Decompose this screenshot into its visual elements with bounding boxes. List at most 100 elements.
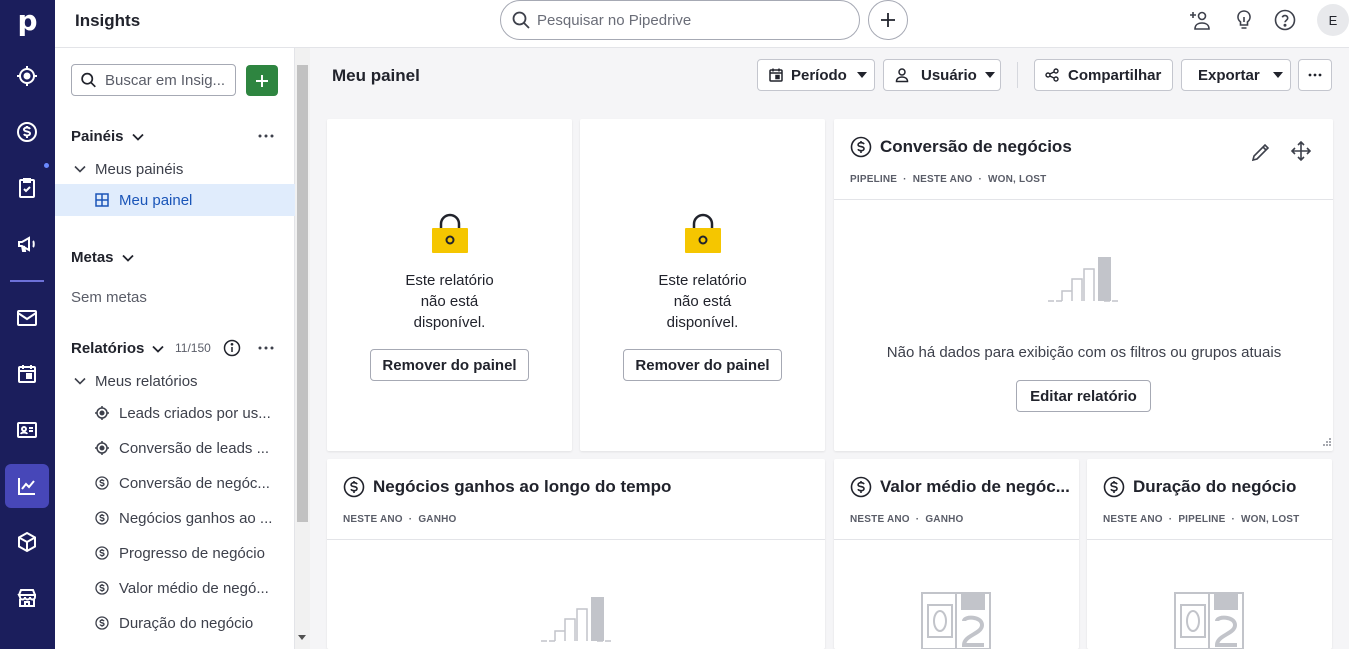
goals-heading[interactable]: Metas (71, 249, 136, 266)
mail-icon[interactable] (5, 296, 49, 340)
share-label: Compartilhar (1068, 66, 1162, 84)
caret-down-icon (984, 72, 995, 78)
sidebar-item-my-dashboard[interactable]: Meu painel (55, 184, 295, 216)
add-dashboard-button[interactable] (246, 65, 278, 96)
sidebar-search[interactable] (71, 64, 236, 96)
invite-users-icon[interactable] (1188, 8, 1212, 32)
nav-rail: p (0, 0, 55, 649)
user-avatar[interactable]: E (1317, 4, 1349, 36)
dollar-icon (95, 616, 109, 630)
unavailable-line: não está (420, 293, 479, 310)
insights-icon[interactable] (5, 464, 49, 508)
dashboards-more-button[interactable] (256, 128, 276, 144)
sidebar-report-item[interactable]: Conversão de leads ... (55, 432, 280, 464)
sidebar-report-item[interactable]: Leads criados por us... (55, 397, 280, 429)
sidebar-report-item[interactable]: Valor médio de negó... (55, 572, 280, 604)
chevron-down-icon (74, 377, 86, 385)
lock-icon (432, 213, 468, 253)
report-label: Conversão de leads ... (119, 439, 270, 457)
card-title[interactable]: Duração do negócio (1103, 476, 1296, 498)
dollar-icon (95, 546, 109, 560)
dollar-icon (343, 476, 365, 498)
app-title: Insights (75, 11, 141, 30)
remove-from-dashboard-button[interactable]: Remover do painel (623, 349, 782, 381)
filter-tag: WON, LOST (988, 174, 1047, 185)
sidebar-group-label: Meus relatórios (95, 372, 198, 390)
card-title[interactable]: Negócios ganhos ao longo do tempo (343, 476, 671, 498)
report-label: Leads criados por us... (119, 404, 271, 422)
card-title-text: Valor médio de negóc... (880, 477, 1070, 496)
sidebar-group-label: Meus painéis (95, 160, 184, 178)
filter-tag: NESTE ANO (1103, 514, 1163, 525)
target-icon (95, 441, 109, 455)
unavailable-line: não está (673, 293, 732, 310)
calendar-icon[interactable] (5, 352, 49, 396)
sidebar-report-item[interactable]: Progresso de negócio (55, 537, 280, 569)
dollar-icon (1103, 476, 1125, 498)
export-label: Exportar (1198, 66, 1260, 84)
remove-from-dashboard-button[interactable]: Remover do painel (370, 349, 529, 381)
sidebar-report-item[interactable]: Conversão de negóc... (55, 467, 280, 499)
lock-icon (685, 213, 721, 253)
chevron-down-icon (131, 133, 144, 141)
reports-more-button[interactable] (256, 340, 276, 356)
card-filters: NESTE ANO · GANHO (850, 514, 964, 525)
filter-tag: NESTE ANO (912, 174, 973, 185)
filter-tag: NESTE ANO (850, 514, 910, 525)
dollar-icon (850, 476, 872, 498)
contacts-icon[interactable] (5, 408, 49, 452)
goals-heading-label: Metas (71, 249, 114, 266)
filter-tag: GANHO (925, 514, 964, 525)
export-button[interactable]: Exportar (1181, 59, 1291, 91)
dashboards-heading-label: Painéis (71, 128, 124, 145)
edit-pencil-icon[interactable] (1250, 141, 1272, 163)
global-search[interactable] (500, 0, 860, 40)
sidebar-scrollbar-thumb[interactable] (297, 65, 308, 522)
more-icon (1308, 73, 1322, 77)
chevron-down-icon (121, 254, 134, 262)
sidebar-search-input[interactable] (105, 71, 235, 89)
unavailable-message: Este relatório não está disponível. (580, 270, 825, 333)
edit-report-button[interactable]: Editar relatório (1016, 380, 1151, 412)
help-icon[interactable] (1273, 8, 1297, 32)
pipedrive-logo[interactable]: p (0, 0, 55, 40)
empty-chart-illustration (541, 597, 611, 642)
dashboard-icon (95, 193, 109, 207)
dollar-icon (95, 476, 109, 490)
move-drag-icon[interactable] (1290, 140, 1312, 162)
dashboards-heading[interactable]: Painéis (71, 128, 146, 145)
person-icon (895, 68, 909, 83)
card-title[interactable]: Conversão de negócios (850, 136, 1072, 158)
empty-chart-illustration (1048, 257, 1118, 302)
marketplace-icon[interactable] (5, 576, 49, 620)
card-title-text: Negócios ganhos ao longo do tempo (373, 477, 672, 496)
unavailable-line: disponível. (413, 314, 486, 331)
deals-icon[interactable] (5, 110, 49, 154)
reports-heading[interactable]: Relatórios (71, 340, 166, 357)
resize-handle-icon[interactable] (1322, 437, 1332, 447)
campaigns-icon[interactable] (5, 222, 49, 266)
card-title[interactable]: Valor médio de negóc... (850, 476, 1075, 498)
sidebar-report-item[interactable]: Negócios ganhos ao ... (55, 502, 280, 534)
global-search-input[interactable] (537, 11, 837, 29)
share-button[interactable]: Compartilhar (1034, 59, 1173, 91)
dashboard-title: Meu painel (332, 66, 420, 85)
card-filters: PIPELINE · NESTE ANO · WON, LOST (850, 174, 1047, 185)
reports-heading-label: Relatórios (71, 340, 145, 357)
activities-icon[interactable] (5, 166, 49, 210)
more-options-button[interactable] (1298, 59, 1332, 91)
info-icon[interactable] (223, 339, 241, 357)
scroll-down-arrow-icon[interactable] (298, 635, 306, 640)
products-icon[interactable] (5, 520, 49, 564)
lightbulb-icon[interactable] (1232, 8, 1256, 32)
focus-icon[interactable] (5, 54, 49, 98)
user-filter-button[interactable]: Usuário (883, 59, 1001, 91)
notification-dot (44, 163, 49, 168)
dollar-icon (95, 511, 109, 525)
user-filter-label: Usuário (921, 66, 977, 84)
period-filter-button[interactable]: Período (757, 59, 875, 91)
sidebar-group-my-reports[interactable]: Meus relatórios (55, 365, 295, 397)
quick-add-button[interactable] (868, 0, 908, 40)
sidebar-group-my-dashboards[interactable]: Meus painéis (55, 153, 295, 185)
sidebar-report-item[interactable]: Duração do negócio (55, 607, 280, 639)
